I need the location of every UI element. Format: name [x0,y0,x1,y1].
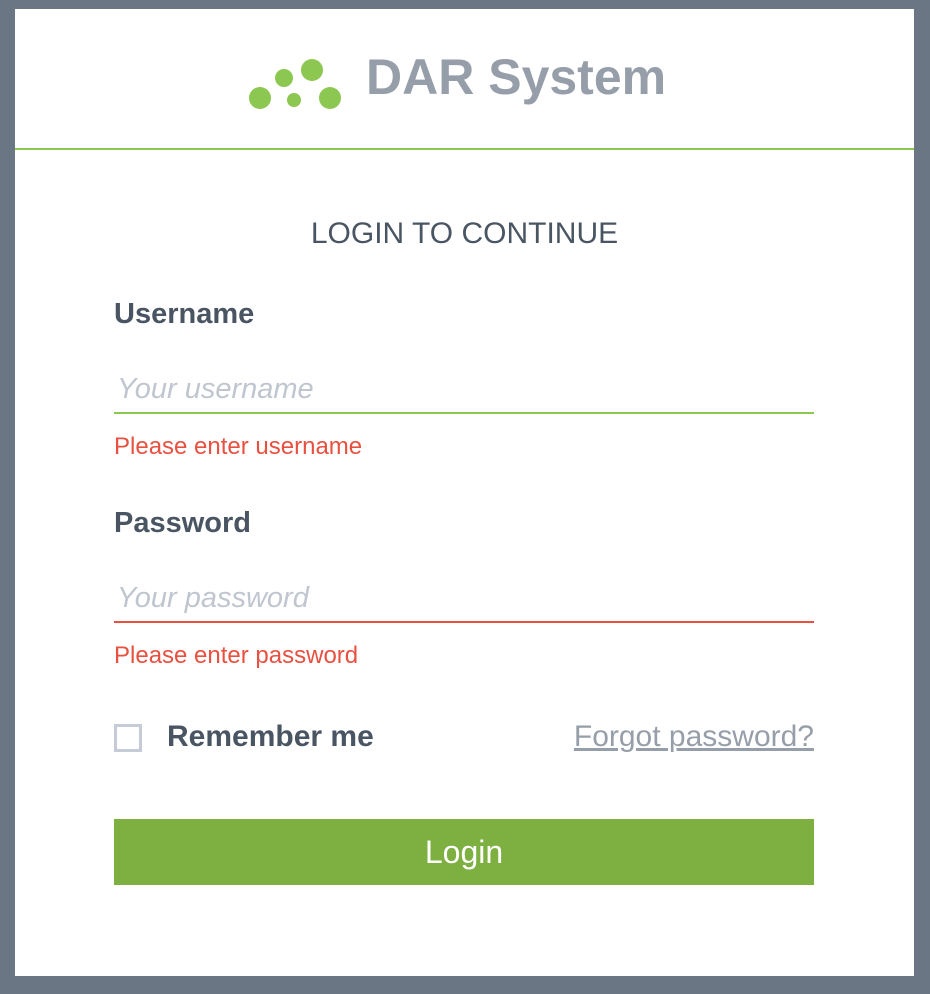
remember-me-checkbox[interactable] [114,724,142,752]
dots-logo-icon [249,57,345,109]
brand-name: DAR System [366,49,667,105]
username-error: Please enter username [114,433,363,460]
password-error: Please enter password [114,642,359,669]
password-input[interactable] [114,575,814,623]
remember-me-label[interactable]: Remember me [167,718,374,756]
username-input[interactable] [114,366,814,414]
login-card: DAR System LOGIN TO CONTINUE Username Pl… [15,9,914,976]
login-title: LOGIN TO CONTINUE [310,217,619,250]
login-button[interactable]: Login [114,819,814,885]
brand-header: DAR System [15,9,914,150]
forgot-password-link[interactable]: Forgot password? [574,718,814,756]
password-label: Password [114,507,251,539]
username-label: Username [114,298,255,330]
